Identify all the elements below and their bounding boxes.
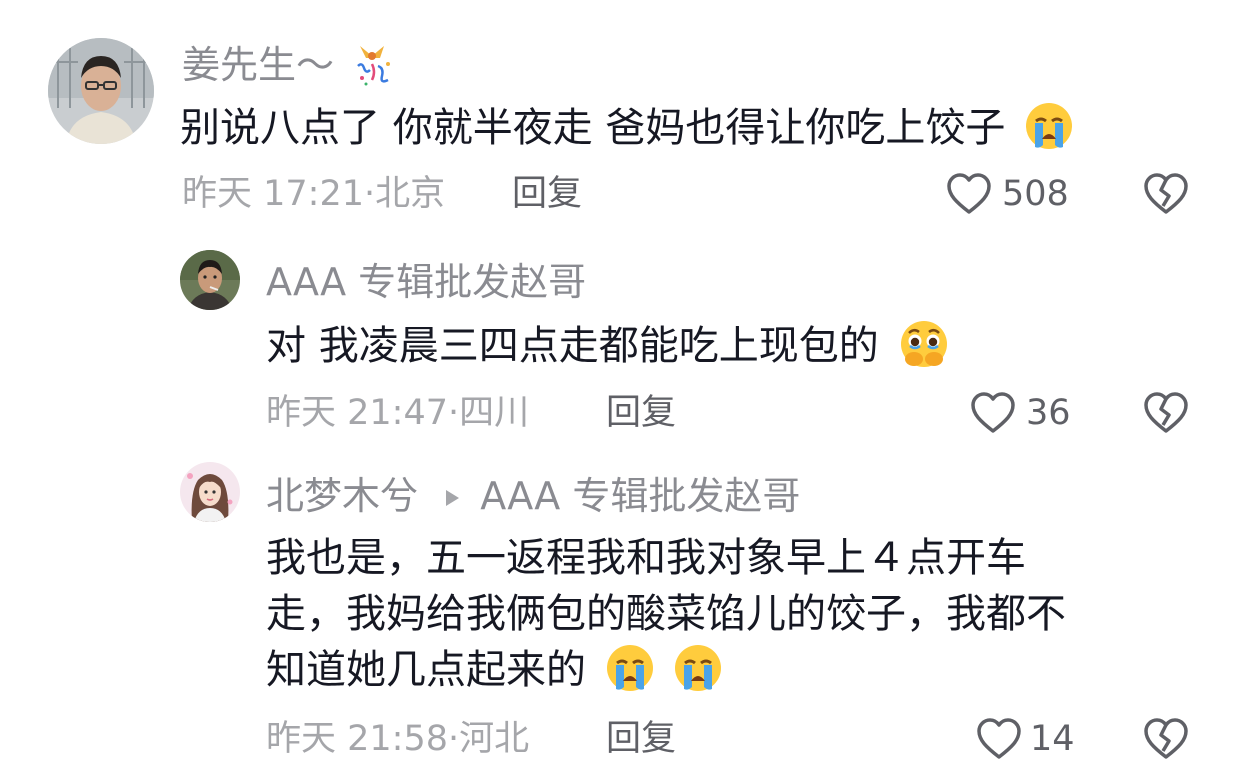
loudly-crying-face-emoji <box>1024 101 1074 166</box>
holding-back-tears-emoji <box>897 319 951 384</box>
broken-heart-icon[interactable] <box>1142 391 1190 439</box>
like-count: 36 <box>1026 393 1071 433</box>
location: 四川 <box>459 393 530 433</box>
like-count: 508 <box>1002 174 1069 214</box>
comment-text-content: 别说八点了 你就半夜走 爸妈也得让你吃上饺子 <box>180 105 1006 151</box>
comment-text: 对 我凌晨三四点走都能吃上现包的 <box>266 318 951 384</box>
comment-text: 我也是，五一返程我和我对象早上４点开车 走，我妈给我俩包的酸菜馅儿的饺子，我都不… <box>266 530 1186 698</box>
meta-separator: · <box>448 719 460 759</box>
loudly-crying-face-emoji <box>605 643 655 708</box>
heart-outline-icon[interactable] <box>970 391 1016 439</box>
like-count: 14 <box>1030 719 1075 759</box>
comment-meta: 昨天 17:21·北京 <box>182 173 445 215</box>
meta-separator: · <box>364 174 376 214</box>
username[interactable]: 姜先生～ <box>182 42 396 95</box>
reply-button[interactable]: 回复 <box>512 173 582 215</box>
avatar[interactable] <box>180 250 240 310</box>
reply-button[interactable]: 回复 <box>606 718 676 760</box>
username-text[interactable]: 姜先生～ <box>182 43 334 87</box>
comment-meta: 昨天 21:58·河北 <box>266 718 529 760</box>
heart-outline-icon[interactable] <box>946 172 992 220</box>
comment-text-content: 知道她几点起来的 <box>266 647 586 693</box>
reply-to-username[interactable]: AAA 专辑批发赵哥 <box>480 474 800 518</box>
broken-heart-icon[interactable] <box>1142 172 1190 220</box>
username[interactable]: AAA 专辑批发赵哥 <box>266 260 586 304</box>
comment-text-content: 对 我凌晨三四点走都能吃上现包的 <box>266 323 879 369</box>
comment-text-line-last: 知道她几点起来的 <box>266 642 1186 698</box>
username[interactable]: 北梦木兮 <box>266 474 418 518</box>
heart-outline-icon[interactable] <box>976 717 1022 765</box>
location: 河北 <box>459 719 530 759</box>
username-row: 北梦木兮 AAA 专辑批发赵哥 <box>266 472 800 518</box>
broken-heart-icon[interactable] <box>1142 717 1190 765</box>
comment-text: 别说八点了 你就半夜走 爸妈也得让你吃上饺子 <box>180 100 1074 166</box>
confetti-icon <box>350 42 396 95</box>
reply-button[interactable]: 回复 <box>606 392 676 434</box>
avatar[interactable] <box>48 38 154 144</box>
play-triangle-icon <box>444 472 460 516</box>
location: 北京 <box>375 174 446 214</box>
loudly-crying-face-emoji <box>673 643 723 708</box>
comment-meta: 昨天 21:47·四川 <box>266 392 529 434</box>
comment-text-line: 我也是，五一返程我和我对象早上４点开车 <box>266 535 1026 581</box>
timestamp: 昨天 17:21 <box>182 174 364 214</box>
comment-text-line: 走，我妈给我俩包的酸菜馅儿的饺子，我都不 <box>266 591 1066 637</box>
timestamp: 昨天 21:58 <box>266 719 448 759</box>
meta-separator: · <box>448 393 460 433</box>
timestamp: 昨天 21:47 <box>266 393 448 433</box>
avatar[interactable] <box>180 462 240 522</box>
